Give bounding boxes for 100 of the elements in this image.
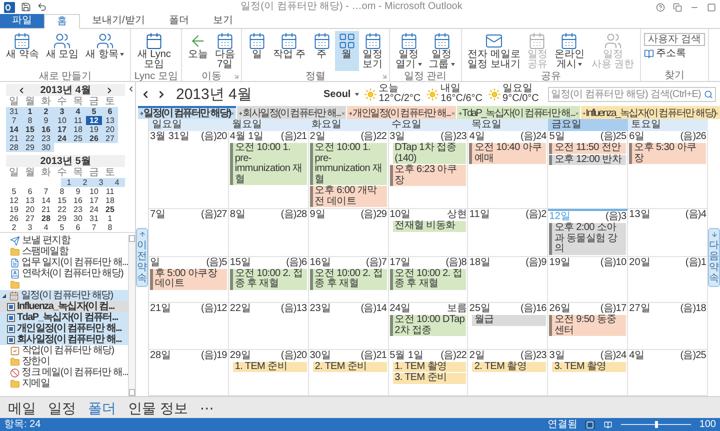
search-field[interactable]: 일정(이 컴퓨터만 해당) 검색(Ctrl+E) xyxy=(548,86,716,102)
mini-calendar-day[interactable]: 12 xyxy=(6,196,22,205)
mini-calendar-day[interactable]: 4 xyxy=(109,178,125,187)
mini-calendar-day[interactable]: 26 xyxy=(6,214,22,223)
location-dropdown[interactable]: Seoul xyxy=(323,88,359,100)
more-button[interactable]: ⋯ xyxy=(200,398,214,416)
view-button[interactable] xyxy=(603,420,614,428)
event[interactable]: 오전 10:00 1. pre-immunization 재혈 xyxy=(230,143,307,185)
previous-appointment-tab[interactable]: 이전 약속 xyxy=(136,228,148,287)
checkbox[interactable] xyxy=(7,314,15,322)
mini-calendar-day[interactable]: 16 xyxy=(70,196,86,205)
mini-calendar-day[interactable]: 7 xyxy=(38,187,54,196)
ribbon-button[interactable]: 작업 주 xyxy=(270,31,309,71)
checkbox[interactable] xyxy=(7,324,15,332)
scrollbar[interactable] xyxy=(128,235,135,396)
calendar-tab[interactable]: 개인일정(이 컴퓨터만 해... xyxy=(347,106,456,119)
mini-calendar-day[interactable]: 30 xyxy=(38,143,54,152)
day-cell[interactable]: 12일 (음)3 오후 2:00 소아과 동물실험 강의 xyxy=(548,209,628,256)
calendar-tab[interactable]: Influenza_녹십자(이 컴퓨터만 해당) xyxy=(580,106,720,119)
mini-calendar-day[interactable]: 5 xyxy=(86,107,102,116)
mini-calendar-day[interactable]: 4 xyxy=(38,223,54,232)
day-cell[interactable]: 18일 (음)9 xyxy=(468,256,548,303)
day-cell[interactable]: 29일 (음)20 1. TEM 준비 xyxy=(228,350,309,396)
mini-calendar-day[interactable]: 16 xyxy=(38,125,54,134)
day-cell[interactable]: 15일 (음)6 오전 10:00 2. 접종 후 재혈 xyxy=(228,256,309,303)
mini-calendar-day[interactable]: 19 xyxy=(86,125,102,134)
event[interactable]: 오전 10:00 1. pre-immunization 재혈 xyxy=(310,143,387,185)
mini-calendar-day[interactable]: 4 xyxy=(70,107,86,116)
day-cell[interactable]: 4월 1일 (음)21 오전 10:00 1. pre-immunization 재혈 xyxy=(228,131,309,209)
mini-calendar-day[interactable]: 20 xyxy=(22,205,38,214)
mini-calendar-day[interactable]: 19 xyxy=(6,205,22,214)
event[interactable]: 오전 11:50 전안 xyxy=(549,143,626,154)
mini-calendar-day[interactable]: 28 xyxy=(38,214,54,223)
calendar-item[interactable]: 회사일정(이 컴퓨터만 해... xyxy=(0,334,128,345)
calendar-tab[interactable]: TdaP_녹십자(이 컴퓨터만 해... xyxy=(456,106,580,119)
day-cell[interactable]: 8일 (음)28 xyxy=(228,209,309,256)
mini-calendar-day[interactable]: 31 xyxy=(6,107,22,116)
event[interactable]: 오전 10:00 2. 접종 후 재혈 xyxy=(310,268,387,290)
menu-tab[interactable]: 보내기/받기 xyxy=(80,14,157,28)
mini-calendar-day[interactable]: 30 xyxy=(70,214,86,223)
day-cell[interactable]: 24일 보름 오전 10:00 DTap 2차 접종 xyxy=(388,303,468,350)
day-cell[interactable]: 일 (음)5 후 5:00 아쿠장 데이트 xyxy=(149,256,229,303)
mini-calendar-day[interactable]: 8 xyxy=(102,223,118,232)
ribbon-button[interactable]: 월 xyxy=(334,31,359,71)
mini-calendar-day[interactable]: 25 xyxy=(102,205,118,214)
mini-calendar-day[interactable]: 24 xyxy=(86,205,102,214)
folder-item[interactable]: 연락처(이 컴퓨터만 해당) xyxy=(0,268,128,279)
ribbon-button[interactable]: 주 xyxy=(310,31,334,71)
close-icon[interactable] xyxy=(574,110,579,117)
mini-calendar-day[interactable]: 11 xyxy=(102,187,118,196)
help-icon[interactable] xyxy=(656,2,665,12)
mini-calendar-day[interactable]: 29 xyxy=(22,143,38,152)
mini-calendar-day[interactable]: 28 xyxy=(6,143,22,152)
folder-item[interactable]: 장한이 xyxy=(0,356,128,367)
event[interactable]: 오전 10:00 DTap 2차 접종 xyxy=(390,315,466,336)
day-cell[interactable]: 30일 (음)21 2. TEM 준비 xyxy=(308,350,389,396)
ribbon-button[interactable]: 새 약속 xyxy=(3,31,42,71)
day-cell[interactable]: 20일 (음)1 xyxy=(628,256,708,303)
calendar-tab[interactable]: 회사일정(이 컴퓨터만 해... xyxy=(237,106,346,119)
day-cell[interactable]: 9일 (음)29 xyxy=(308,209,389,256)
mini-calendar-day[interactable]: 21 xyxy=(6,134,22,143)
event[interactable]: 3. TEM 촬영 xyxy=(549,362,626,372)
day-cell[interactable]: 26일 (음)17 오전 9:50 동중센터 xyxy=(548,303,628,350)
ribbon-button[interactable]: 일정 보기 xyxy=(360,31,386,71)
launcher-icon[interactable] xyxy=(380,73,388,80)
checkbox[interactable] xyxy=(7,336,15,344)
day-cell[interactable]: 2일 (음)22 오전 10:00 1. pre-immunization 재혈 오후 6:00 개막전 데이트 xyxy=(308,131,389,209)
next-appointment-tab[interactable]: 다음 약속 xyxy=(708,228,720,287)
day-cell[interactable]: 4일 (음)24 오전 10:40 아쿠예매 xyxy=(468,131,548,209)
menu-tab[interactable]: 폴더 xyxy=(156,14,201,28)
mini-calendar-day[interactable]: 9 xyxy=(38,116,54,125)
mini-calendar-day[interactable]: 14 xyxy=(38,196,54,205)
mini-calendar-day[interactable]: 5 xyxy=(6,187,22,196)
mini-calendar-day[interactable]: 23 xyxy=(38,134,54,143)
event[interactable]: 오후 6:00 개막전 데이트 xyxy=(310,186,387,207)
ribbon-button[interactable]: 일정 열기 xyxy=(392,31,425,71)
calendar-item[interactable]: Influenza_녹십자(이 컴... xyxy=(0,301,128,312)
day-cell[interactable]: 23일 (음)14 xyxy=(308,303,389,350)
menu-tab[interactable]: 홈 xyxy=(44,14,80,29)
mini-calendar-day[interactable]: 24 xyxy=(54,134,70,143)
day-cell[interactable]: 3월 31일 (음)20 xyxy=(149,131,229,209)
mini-calendar-day[interactable]: 1 xyxy=(61,178,77,187)
folder-item[interactable]: 작업(이 컴퓨터만 해당) xyxy=(0,345,128,356)
mini-calendar-day[interactable]: 25 xyxy=(70,134,86,143)
mini-calendar-day[interactable]: 10 xyxy=(86,187,102,196)
view-button[interactable] xyxy=(585,420,596,428)
menu-tab[interactable]: 보기 xyxy=(200,14,245,28)
ribbon-button[interactable]: 전자 메일로 일정 보내기 xyxy=(464,31,524,71)
launcher-icon[interactable] xyxy=(232,73,240,80)
mini-calendar-day[interactable]: 12 xyxy=(86,116,102,125)
ribbon-button[interactable]: 새 모임 xyxy=(42,31,82,71)
event[interactable]: 오전 9:50 동중센터 xyxy=(549,315,626,336)
folder-item[interactable]: 지메일 xyxy=(0,378,128,389)
address-book-link[interactable]: 주소록 xyxy=(644,48,705,60)
search-people-field[interactable]: 사용자 검색 xyxy=(644,33,705,46)
mini-calendar-day[interactable]: 22 xyxy=(54,205,70,214)
mini-calendar-day[interactable]: 3 xyxy=(22,223,38,232)
day-cell[interactable]: 25일 (음)16 월급 xyxy=(468,303,548,350)
mini-calendar-day[interactable]: 18 xyxy=(70,125,86,134)
folder-item[interactable]: 정크 메일(이 컴퓨터만 해... xyxy=(0,367,128,378)
